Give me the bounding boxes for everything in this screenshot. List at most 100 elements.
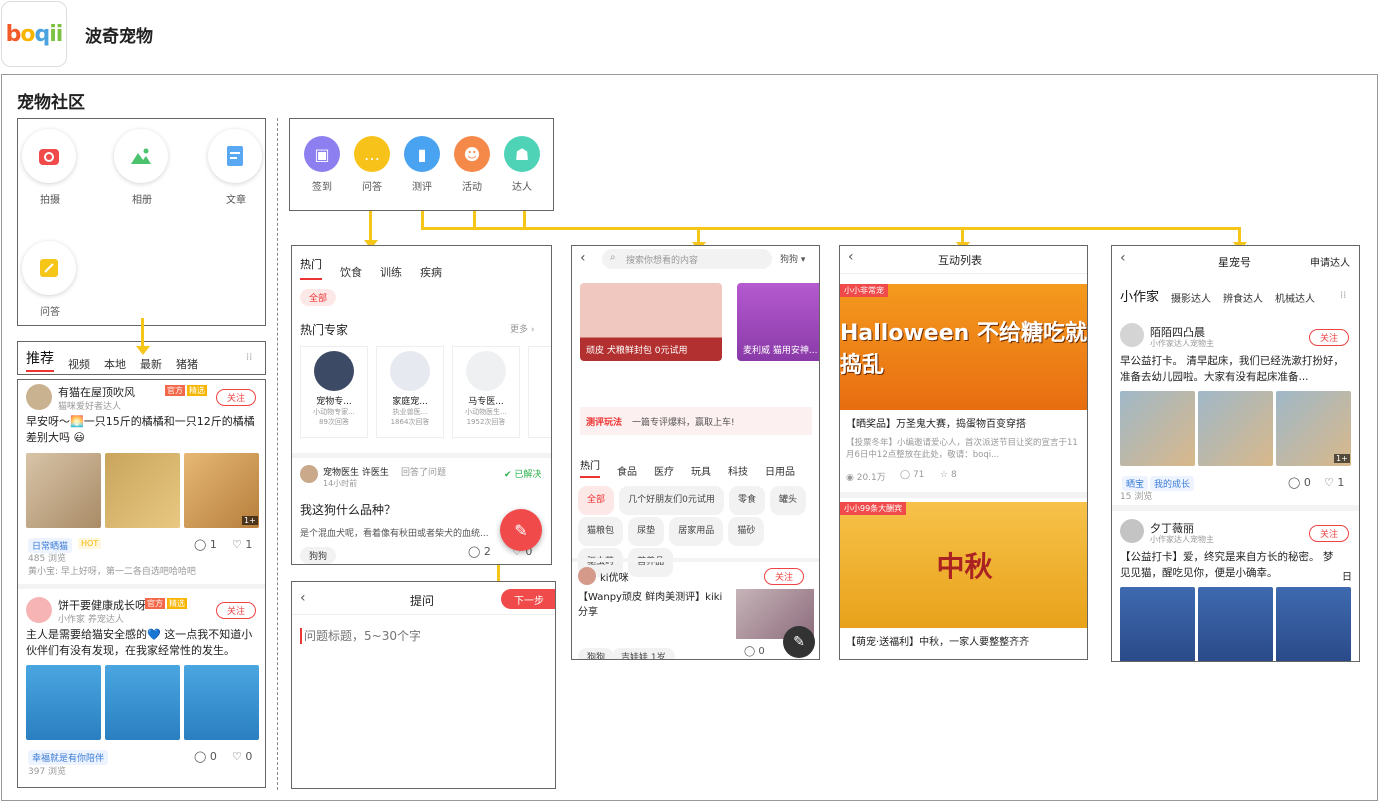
- tab-hot[interactable]: 热门: [580, 457, 600, 478]
- post-text[interactable]: 主人是需要给猫安全感的💙 这一点我不知道小伙伴们有没有发现，在我家经常性的发生。: [26, 627, 258, 659]
- tab-training[interactable]: 训练: [380, 264, 402, 280]
- event-comments[interactable]: ◯ 71: [900, 470, 924, 480]
- review-post-text[interactable]: 【Wanpy顽皮 鲜肉美测评】kiki分享: [578, 590, 728, 620]
- post-image[interactable]: [105, 665, 180, 740]
- expert-card[interactable]: [528, 346, 551, 438]
- tab-tech-expert[interactable]: 机械达人: [1275, 290, 1315, 305]
- tab-writer[interactable]: 小作家: [1120, 286, 1159, 305]
- tab-daily[interactable]: 日用品: [765, 463, 795, 478]
- more-link[interactable]: 更多 ›: [510, 322, 535, 335]
- filter-pill[interactable]: 几个好朋友们0元试用: [619, 486, 724, 515]
- filter-pill[interactable]: 猫粮包: [578, 517, 624, 546]
- category-events[interactable]: ☻ 活动: [454, 136, 490, 193]
- post-image[interactable]: [1276, 587, 1351, 661]
- post-text[interactable]: 【公益打卡】爱，终究是来自方长的秘密。 梦见见猫，醒吃见你，便是小确幸。: [1120, 549, 1338, 583]
- post-image[interactable]: [105, 453, 180, 528]
- post-image[interactable]: [26, 453, 101, 528]
- like-count[interactable]: ♡ 1: [1324, 476, 1344, 489]
- post-image[interactable]: [184, 665, 259, 740]
- next-button[interactable]: 下一步: [501, 589, 555, 609]
- follow-button[interactable]: 关注: [216, 389, 257, 406]
- publish-photo[interactable]: 拍摄: [22, 129, 78, 206]
- back-icon[interactable]: ‹: [848, 249, 854, 265]
- filter-pill[interactable]: 营养品: [628, 548, 674, 577]
- follow-button[interactable]: 关注: [1309, 329, 1350, 346]
- tab-toys[interactable]: 玩具: [691, 463, 711, 478]
- back-icon[interactable]: ‹: [300, 590, 306, 606]
- apply-expert-link[interactable]: 申请达人: [1310, 254, 1350, 269]
- category-review[interactable]: ▮ 测评: [404, 136, 440, 193]
- tab-local[interactable]: 本地: [104, 356, 126, 372]
- event-desc[interactable]: 【投票冬年】小编邀请爱心人，首次派送节目让奖的宣言于11月6日中12点整放在此处…: [846, 437, 1084, 461]
- tab-video[interactable]: 视频: [68, 356, 90, 372]
- post-image[interactable]: [1198, 391, 1273, 466]
- filter-all[interactable]: 全部: [300, 289, 337, 306]
- review-username[interactable]: ki优咪: [600, 569, 629, 584]
- tab-recommend[interactable]: 推荐: [26, 348, 54, 372]
- publish-qa[interactable]: 问答: [22, 241, 78, 318]
- publish-article[interactable]: 文章: [208, 129, 264, 206]
- comment-count[interactable]: ◯ 0: [1288, 476, 1311, 489]
- expert-card[interactable]: 宠物专... 小动物专家... 89次回答: [300, 346, 368, 438]
- event-title[interactable]: 【萌宠·送福利】中秋，一家人要整整齐齐: [846, 635, 1084, 651]
- avatar[interactable]: [1120, 519, 1144, 543]
- topic-tag[interactable]: 我的成长: [1150, 476, 1195, 491]
- grid-icon[interactable]: ⁞⁞: [1340, 290, 1346, 301]
- post-username[interactable]: 饼干要健康成长呀: [58, 597, 146, 613]
- follow-button[interactable]: 关注: [216, 602, 257, 619]
- avatar[interactable]: [578, 567, 596, 585]
- post-image[interactable]: [1120, 391, 1195, 466]
- expert-card[interactable]: 马专医... 小动物医生... 1952次回答: [452, 346, 520, 438]
- category-checkin[interactable]: ▣ 签到: [304, 136, 340, 193]
- tab-pig[interactable]: 猪猪: [176, 356, 198, 372]
- post-image[interactable]: [26, 665, 101, 740]
- tab-latest[interactable]: 最新: [140, 356, 162, 372]
- comment-count[interactable]: ◯ 1: [194, 538, 217, 551]
- question-title[interactable]: 我这狗什么品种？: [300, 501, 396, 518]
- answer-user[interactable]: 宠物医生 许医生: [323, 465, 389, 478]
- comment-count[interactable]: ◯ 2: [468, 545, 491, 558]
- event-banner[interactable]: Halloween 不给糖吃就捣乱: [840, 284, 1087, 410]
- post-image[interactable]: [1120, 587, 1195, 661]
- publish-album[interactable]: 相册: [114, 129, 170, 206]
- question-title-input[interactable]: [304, 626, 544, 646]
- topic-tag[interactable]: 狗狗: [300, 547, 337, 564]
- review-banner[interactable]: 麦利威 猫用安神...: [737, 283, 819, 361]
- event-likes[interactable]: ☆ 8: [940, 470, 957, 480]
- back-icon[interactable]: ‹: [1120, 250, 1126, 266]
- topic-tag[interactable]: 幸福就是有你陪伴: [28, 750, 109, 765]
- expert-card[interactable]: 家庭宠... 执业兽医... 1864次回答: [376, 346, 444, 438]
- filter-pill[interactable]: 全部: [578, 486, 615, 515]
- review-banner[interactable]: 顽皮 犬粮鲜封包 0元试用: [580, 283, 722, 361]
- like-count[interactable]: ♡ 1: [232, 538, 252, 551]
- comment-count[interactable]: ◯ 0: [744, 646, 765, 657]
- post-text[interactable]: 早安呀～🌅一只15斤的橘橘和一只12斤的橘橘差别大吗 😃: [26, 414, 258, 446]
- filter-pill[interactable]: 猫砂: [728, 517, 765, 546]
- topic-tag[interactable]: 吉娃娃 1岁: [612, 648, 675, 659]
- avatar[interactable]: [26, 384, 52, 410]
- write-review-button[interactable]: ✎: [783, 626, 815, 658]
- filter-pill[interactable]: 零食: [728, 486, 765, 515]
- back-icon[interactable]: ‹: [580, 250, 586, 266]
- category-experts[interactable]: ☗ 达人: [504, 136, 540, 193]
- category-qa[interactable]: … 问答: [354, 136, 390, 193]
- avatar[interactable]: [300, 465, 318, 483]
- search-bar[interactable]: ⌕ 搜索你想看的内容: [602, 249, 772, 269]
- answer-preview[interactable]: 是个混血犬呢，看着像有秋田或者柴犬的血统...: [300, 526, 505, 539]
- ask-question-button[interactable]: ✎: [500, 509, 542, 551]
- tab-medical[interactable]: 医疗: [654, 463, 674, 478]
- filter-pill[interactable]: 罐头: [770, 486, 807, 515]
- event-banner[interactable]: 中秋: [840, 502, 1087, 628]
- tab-food-expert[interactable]: 辨食达人: [1223, 290, 1263, 305]
- tab-hot[interactable]: 热门: [300, 256, 322, 280]
- category-dropdown[interactable]: 狗狗 ▾: [780, 252, 805, 265]
- follow-button[interactable]: 关注: [764, 568, 805, 585]
- post-reply[interactable]: 黄小宝: 早上好呀，第一二各自选吧哈哈吧: [28, 564, 260, 577]
- follow-button[interactable]: 关注: [1309, 525, 1350, 542]
- post-text[interactable]: 早公益打卡。 清早起床，我们已经洗漱打扮好，准备去幼儿园啦。大家有没有起床准备.…: [1120, 353, 1354, 387]
- post-image[interactable]: [1198, 587, 1273, 661]
- avatar[interactable]: [1120, 323, 1144, 347]
- tab-food[interactable]: 饮食: [340, 264, 362, 280]
- grid-icon[interactable]: ⁞⁞: [246, 352, 252, 363]
- avatar[interactable]: [26, 597, 52, 623]
